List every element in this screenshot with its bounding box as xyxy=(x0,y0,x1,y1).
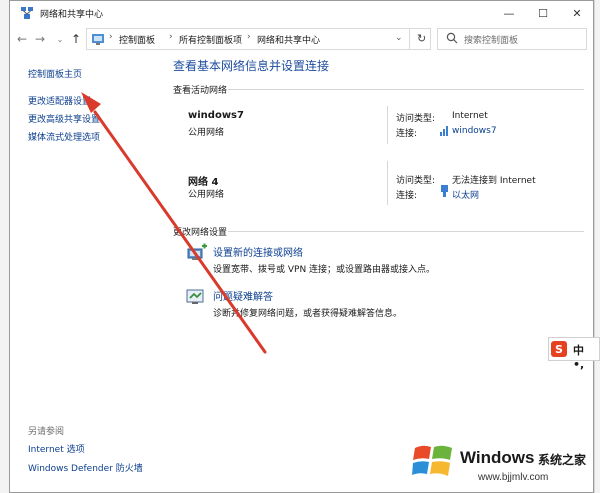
watermark-brand: Windows xyxy=(460,448,535,467)
windows-logo-icon xyxy=(412,442,454,483)
watermark-site-name: 系统之家 xyxy=(538,453,587,467)
annotation-arrow-icon xyxy=(81,92,267,354)
watermark: Windows 系统之家 www.bjjmlv.com xyxy=(412,440,600,490)
watermark-url: www.bjjmlv.com xyxy=(478,472,549,483)
